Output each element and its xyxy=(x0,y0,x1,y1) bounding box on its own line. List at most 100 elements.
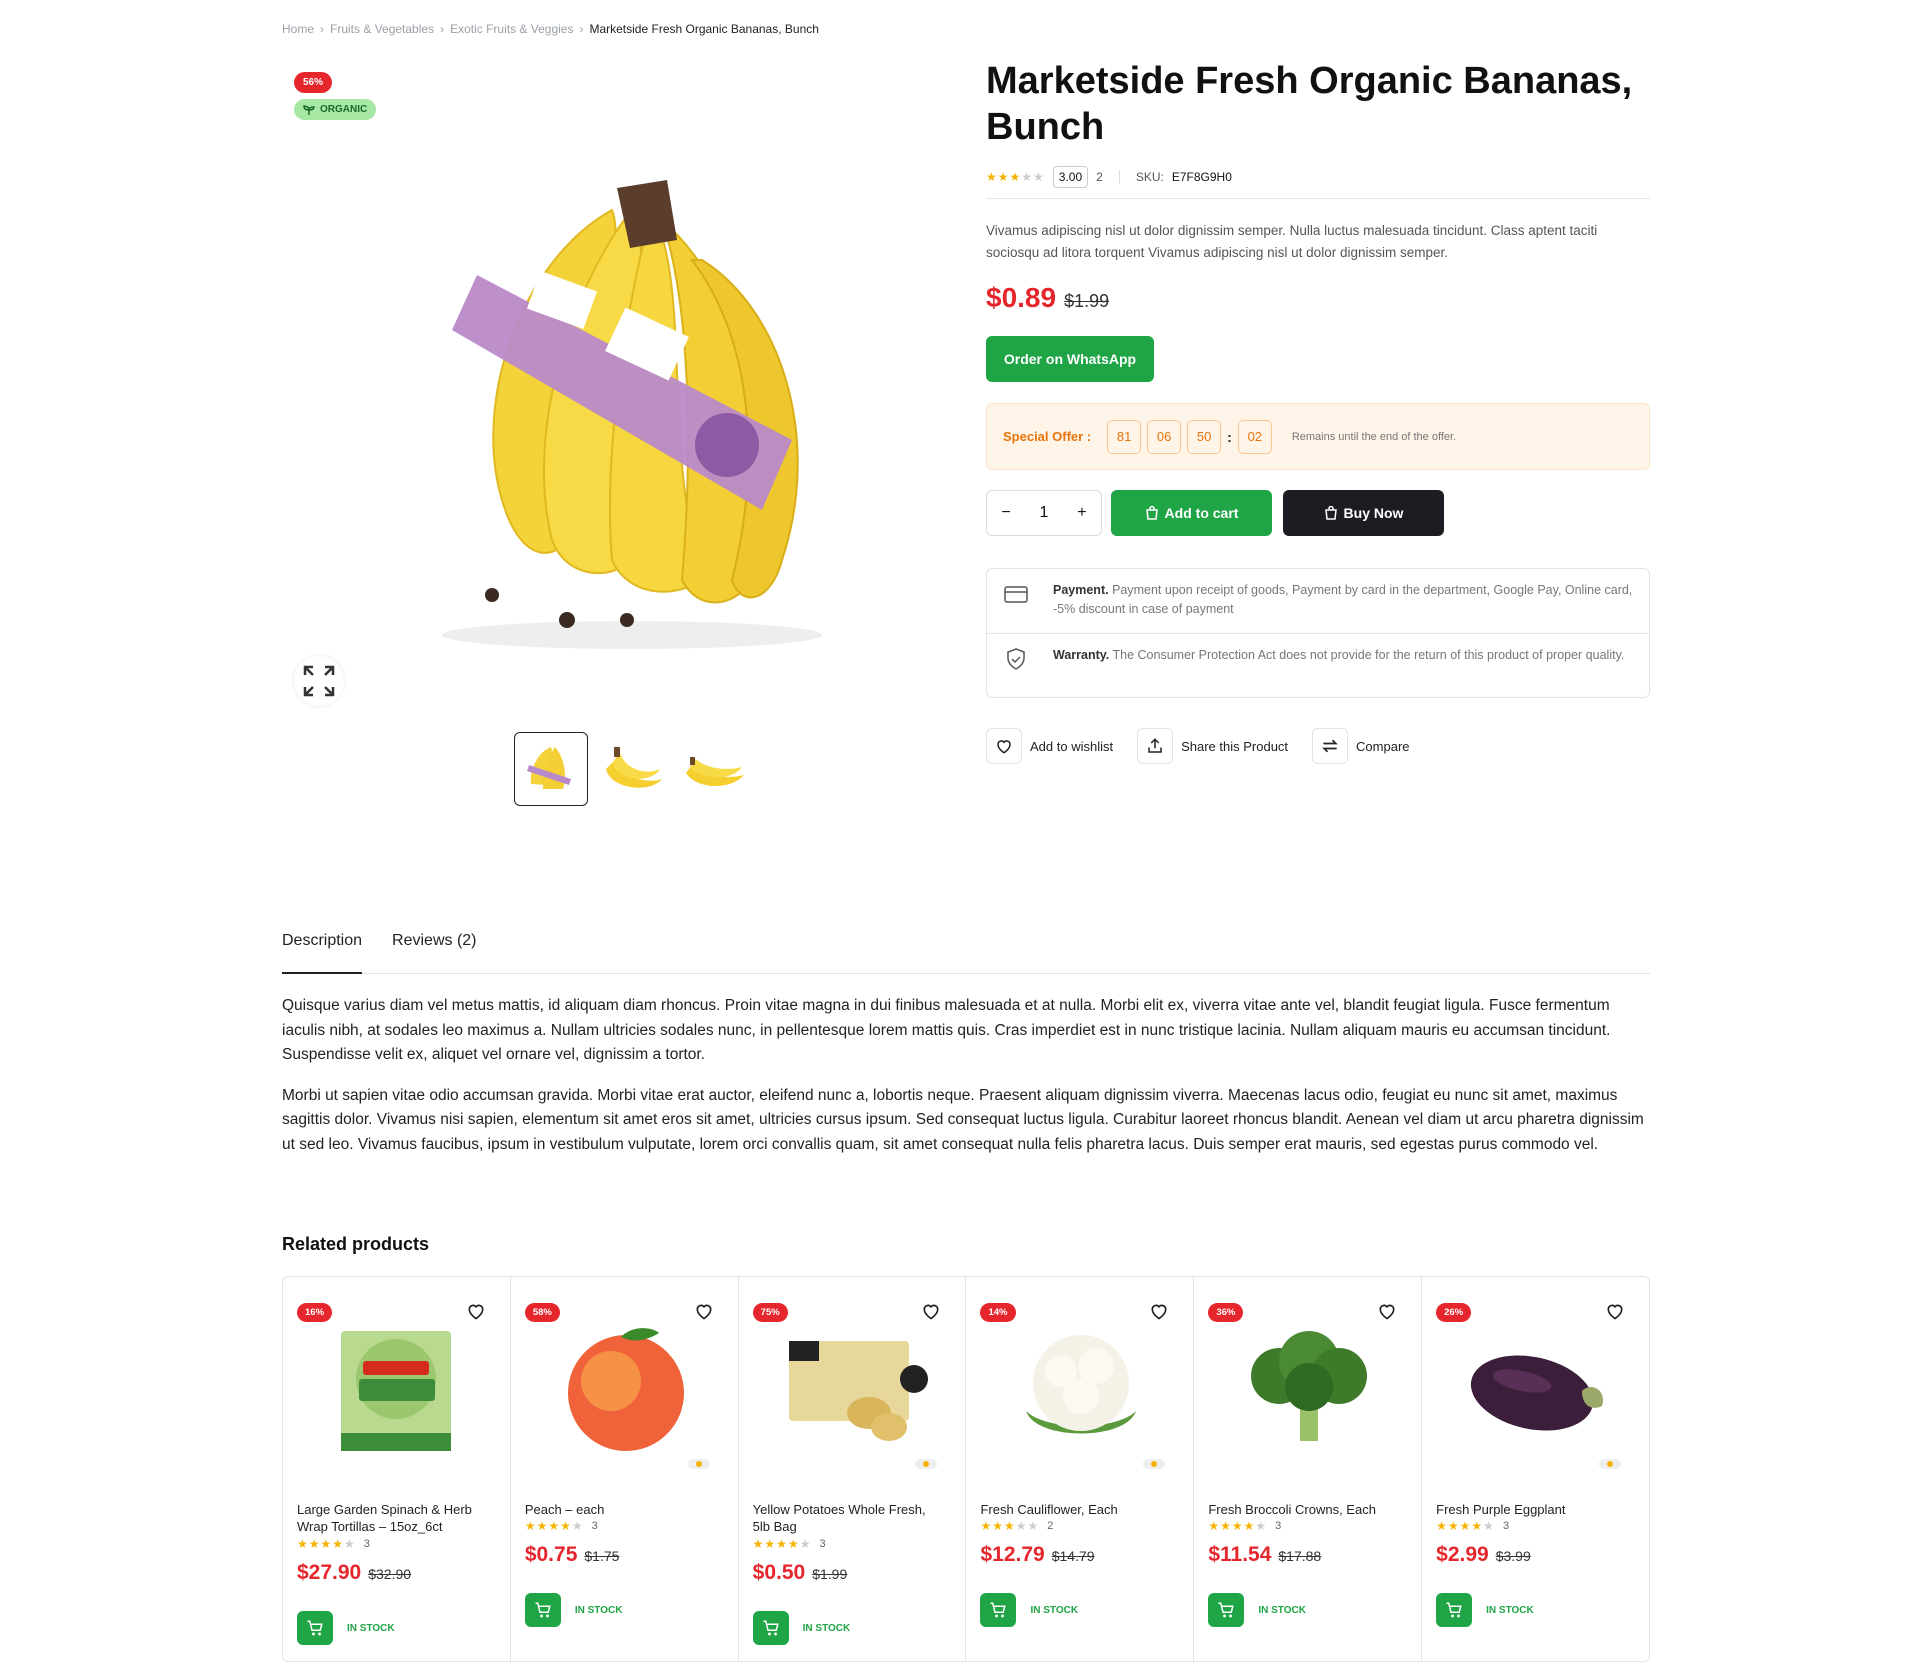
review-count: 3 xyxy=(1502,1520,1510,1532)
compare-button[interactable]: Compare xyxy=(1312,728,1410,764)
sku-label: SKU: xyxy=(1135,170,1164,184)
breadcrumb-home[interactable]: Home xyxy=(282,22,314,36)
image-dots[interactable] xyxy=(915,1459,938,1469)
description-paragraph: Quisque varius diam vel metus mattis, id… xyxy=(282,997,1611,1063)
product-name[interactable]: Large Garden Spinach & Herb Wrap Tortill… xyxy=(297,1501,487,1535)
countdown-minutes: 50 xyxy=(1187,419,1222,454)
thumbnail-3[interactable] xyxy=(678,732,752,806)
product-price: $11.54 $17.88 xyxy=(1208,1543,1321,1567)
payment-title: Payment. xyxy=(1053,583,1109,597)
share-label: Share this Product xyxy=(1181,738,1289,754)
breadcrumb-subcategory[interactable]: Exotic Fruits & Veggies xyxy=(450,22,573,36)
product-name[interactable]: Fresh Purple Eggplant xyxy=(1436,1501,1626,1518)
heart-icon[interactable] xyxy=(1605,1301,1625,1321)
payment-text: Payment upon receipt of goods, Payment b… xyxy=(1053,583,1633,616)
breadcrumb: Home › Fruits & Vegetables › Exotic Fruits… xyxy=(282,22,819,36)
discount-badge: 56% xyxy=(294,72,333,93)
product-price: $27.90 $32.90 xyxy=(297,1561,411,1585)
short-description: Vivamus adipiscing nisl ut dolor digniss… xyxy=(986,223,1598,260)
image-dots[interactable] xyxy=(1598,1459,1621,1469)
product-card[interactable]: 14% Fresh Cauliflower, Each ★★★★★ 2 $12.7… xyxy=(966,1277,1195,1661)
cart-icon xyxy=(763,1620,779,1636)
stock-status: IN STOCK xyxy=(1258,1604,1306,1616)
sku-value: E7F8G9H0 xyxy=(1171,170,1232,184)
payment-warranty-box: Payment. Payment upon receipt of goods, … xyxy=(986,568,1650,698)
add-to-cart-button[interactable] xyxy=(752,1611,789,1645)
product-rating: ★★★★★ 3 xyxy=(1436,1519,1510,1533)
review-count[interactable]: 2 xyxy=(1096,170,1103,184)
current-price: $11.54 xyxy=(1208,1543,1272,1566)
cart-icon xyxy=(990,1602,1007,1618)
heart-icon[interactable] xyxy=(1377,1301,1397,1321)
product-card[interactable]: 58% Peach – each ★★★★★ 3 $0.75 $1.75 IN ST… xyxy=(511,1277,739,1661)
review-count: 3 xyxy=(363,1538,370,1550)
buy-now-button[interactable]: Buy Now xyxy=(1283,490,1444,536)
product-actions: Add to wishlist Share this Product Compa… xyxy=(986,728,1410,764)
product-image[interactable] xyxy=(541,1321,711,1457)
review-count: 2 xyxy=(1047,1520,1054,1532)
add-to-cart-button[interactable]: Add to cart xyxy=(1111,490,1272,536)
heart-icon[interactable] xyxy=(921,1301,941,1321)
add-to-cart-button[interactable] xyxy=(1208,1593,1245,1627)
warranty-title: Warranty. xyxy=(1053,648,1110,662)
product-price: $0.75 $1.75 xyxy=(525,1543,620,1567)
bag-icon xyxy=(1145,506,1158,520)
product-image[interactable] xyxy=(996,1321,1166,1457)
product-card[interactable]: 75% Yellow Potatoes Whole Fresh, 5lb Bag… xyxy=(739,1277,967,1661)
product-card[interactable]: 16% Large Garden Spinach & Herb Wrap Tor… xyxy=(283,1277,511,1661)
wishlist-label: Add to wishlist xyxy=(1030,738,1114,754)
quantity-value[interactable]: 1 xyxy=(1040,504,1049,522)
image-dots[interactable] xyxy=(687,1459,710,1469)
heart-icon[interactable] xyxy=(694,1301,714,1321)
discount-badge: 14% xyxy=(980,1303,1016,1322)
image-dots[interactable] xyxy=(1143,1459,1166,1469)
discount-badge: 36% xyxy=(1208,1303,1244,1322)
stock-status: IN STOCK xyxy=(802,1622,851,1634)
product-image[interactable] xyxy=(313,1321,483,1457)
product-rating: ★★★★★ 3 xyxy=(297,1537,370,1551)
decrease-qty-button[interactable]: − xyxy=(1001,504,1010,522)
product-main-image[interactable] xyxy=(362,140,902,660)
payment-row: Payment. Payment upon receipt of goods, … xyxy=(987,581,1649,619)
heart-icon[interactable] xyxy=(1149,1301,1169,1321)
tab-description[interactable]: Description xyxy=(282,928,363,974)
increase-qty-button[interactable]: + xyxy=(1077,504,1086,522)
warranty-row: Warranty. The Consumer Protection Act do… xyxy=(987,646,1649,672)
thumbnail-2[interactable] xyxy=(596,732,670,806)
product-card[interactable]: 36% Fresh Broccoli Crowns, Each ★★★★★ 3 $… xyxy=(1194,1277,1423,1661)
share-product-button[interactable]: Share this Product xyxy=(1137,728,1288,764)
current-price: $0.75 xyxy=(524,1543,578,1566)
related-products-title: Related products xyxy=(282,1234,430,1254)
whatsapp-order-button[interactable]: Order on WhatsApp xyxy=(986,336,1154,382)
product-name[interactable]: Fresh Broccoli Crowns, Each xyxy=(1208,1501,1398,1518)
add-to-cart-button[interactable] xyxy=(980,1593,1017,1627)
add-to-cart-button[interactable] xyxy=(1436,1593,1473,1627)
product-rating: ★★★★★ 3 xyxy=(524,1519,598,1533)
product-title: Marketside Fresh Organic Bananas, Bunch xyxy=(986,60,1633,148)
product-rating: ★★★★★ 2 xyxy=(980,1519,1054,1533)
cart-icon xyxy=(1446,1602,1462,1618)
old-price: $1.75 xyxy=(584,1548,620,1564)
add-to-cart-button[interactable] xyxy=(297,1611,333,1645)
product-name[interactable]: Yellow Potatoes Whole Fresh, 5lb Bag xyxy=(753,1501,943,1535)
current-price: $12.79 xyxy=(980,1543,1045,1566)
product-image[interactable] xyxy=(769,1321,939,1457)
add-to-wishlist-button[interactable]: Add to wishlist xyxy=(986,728,1113,764)
product-name[interactable]: Fresh Cauliflower, Each xyxy=(980,1501,1170,1518)
product-image[interactable] xyxy=(1224,1321,1394,1457)
product-image[interactable] xyxy=(1452,1321,1622,1457)
fullscreen-button[interactable] xyxy=(294,656,344,706)
cart-icon xyxy=(535,1602,551,1618)
countdown-hours: 06 xyxy=(1147,419,1182,454)
discount-badge: 75% xyxy=(752,1303,788,1322)
warranty-text: The Consumer Protection Act does not pro… xyxy=(1112,648,1625,662)
product-card[interactable]: 26% Fresh Purple Eggplant ★★★★★ 3 $2.99 $3… xyxy=(1422,1277,1649,1661)
product-name[interactable]: Peach – each xyxy=(525,1501,715,1518)
tab-reviews[interactable]: Reviews (2) xyxy=(392,928,476,973)
breadcrumb-category[interactable]: Fruits & Vegetables xyxy=(330,22,434,36)
heart-icon[interactable] xyxy=(466,1301,486,1321)
product-price: $2.99 $3.99 xyxy=(1436,1543,1531,1567)
current-price: $27.90 xyxy=(297,1561,362,1584)
thumbnail-1[interactable] xyxy=(514,732,588,806)
add-to-cart-button[interactable] xyxy=(524,1593,561,1627)
